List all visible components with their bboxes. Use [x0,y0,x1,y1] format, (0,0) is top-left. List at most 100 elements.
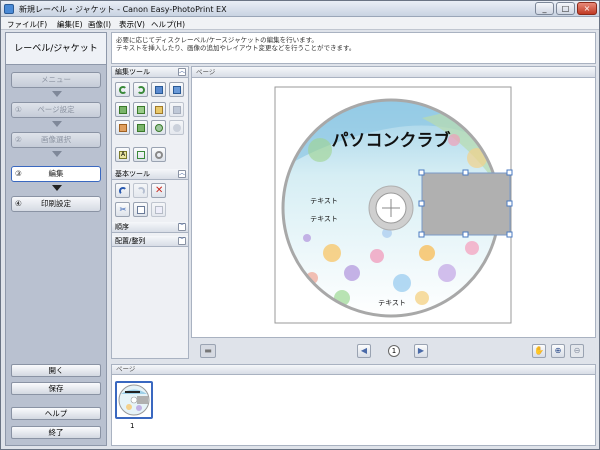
zoom-in-button[interactable]: ⊕ [551,344,565,358]
label-text-1[interactable]: テキスト [310,197,338,205]
menu-file[interactable]: ファイル(F) [7,19,47,30]
copy-icon [137,206,145,214]
expand-icon[interactable]: ﹀ [178,237,186,245]
menu-image[interactable]: 画像(I) [88,19,111,30]
hand-tool-button[interactable]: ✋ [532,344,546,358]
rotate-left-button[interactable] [115,82,130,97]
basic-tools-title: 基本ツール [115,170,150,178]
page-nav-bar: ▬ ◀ 1 ▶ ✋ ⊕ ⊖ [191,340,596,362]
arrow-down-icon [52,185,62,191]
window-title: 新規レーベル・ジャケット - Canon Easy-PhotoPrint EX [19,5,227,14]
collapse-icon[interactable]: ︿ [178,170,186,178]
basic-tools-header[interactable]: 基本ツール ︿ [112,169,188,180]
thumbnail-area: ページ 1 [111,364,596,446]
cut-button[interactable]: ✂ [115,202,130,217]
thumbnail-disc [118,384,150,416]
send-back-icon [137,106,145,114]
menu-view[interactable]: 表示(V) [119,19,145,30]
close-button[interactable]: × [577,2,597,15]
add-frame-button[interactable] [133,147,148,162]
copy-button[interactable] [133,202,148,217]
frame-icon [137,151,145,159]
add-image-button[interactable] [151,82,166,97]
label-text-3[interactable]: テキスト [378,299,406,307]
step-menu: メニュー [11,72,101,88]
order-title: 順序 [115,223,129,231]
undo-button[interactable] [115,183,130,198]
page-indicator: 1 [388,345,400,357]
correct-button[interactable] [133,120,148,135]
page-area: ページ パソコンクラブ テキスト テキスト テキスト [191,66,596,338]
settings-button[interactable] [169,120,184,135]
order-header[interactable]: 順序 ﹀ [112,222,188,233]
step-page-setup-label: ページ設定 [37,105,75,114]
maximize-button[interactable]: □ [556,2,575,15]
description-box: 必要に応じてディスクレーベル/ケースジャケットの編集を行います。 テキストを挿入… [111,32,596,64]
image-layout-button[interactable] [169,82,184,97]
background-button[interactable] [169,102,184,117]
help-button[interactable]: ヘルプ [11,407,101,420]
step-menu-label: メニュー [41,75,71,84]
filter-icon [155,124,163,132]
step-edit[interactable]: ③ 編集 [11,166,101,182]
step-print-settings-label: 印刷設定 [41,199,71,208]
paste-icon [155,206,163,214]
redo-icon [137,187,145,195]
zoom-in-icon: ⊕ [554,346,562,355]
arrange-title: 配置/整列 [115,237,146,245]
print-preview-button[interactable]: ▬ [200,344,216,358]
label-text-2[interactable]: テキスト [310,215,338,223]
minimize-button[interactable]: _ [535,2,554,15]
step-image-select: ② 画像選択 [11,132,101,148]
step-print-settings[interactable]: ④ 印刷設定 [11,196,101,212]
page-area-header: ページ [192,67,595,78]
chevron-right-icon: ▶ [417,346,425,355]
title-bar: 新規レーベル・ジャケット - Canon Easy-PhotoPrint EX … [1,1,599,17]
label-canvas[interactable]: パソコンクラブ テキスト テキスト テキスト [192,78,595,338]
rotate-left-icon [119,86,127,94]
step-image-select-label: 画像選択 [41,135,71,144]
open-button[interactable]: 開く [11,364,101,377]
arrow-down-icon [52,151,62,157]
tool-panel: 編集ツール ︿ A 基本ツール ︿ ✕ ✂ 順序 ﹀ 配置/整列 ﹀ [111,66,189,359]
menu-help[interactable]: ヘルプ(H) [151,19,185,30]
text-icon: A [119,151,127,159]
menu-edit[interactable]: 編集(E) [57,19,83,30]
background-icon [173,106,181,114]
rotate-right-button[interactable] [133,82,148,97]
zoom-out-button[interactable]: ⊖ [570,344,584,358]
left-panel: レーベル/ジャケット メニュー ① ページ設定 ② 画像選択 ③ 編集 ④ 印刷… [5,32,107,446]
gear-icon [173,124,181,132]
disc-settings-button[interactable] [151,147,166,162]
paste-button[interactable] [151,202,166,217]
thumbnail-header: ページ [112,365,595,375]
redo-button[interactable] [133,183,148,198]
add-text-button[interactable]: A [115,147,130,162]
disc-icon [155,151,163,159]
scissors-icon: ✂ [119,205,127,214]
save-button[interactable]: 保存 [11,382,101,395]
image-placeholder[interactable] [421,172,511,236]
edit-tools-title: 編集ツール [115,68,150,76]
rotate-right-icon [137,86,145,94]
edit-tools-header[interactable]: 編集ツール ︿ [112,67,188,78]
crop-button[interactable] [115,120,130,135]
send-back-button[interactable] [133,102,148,117]
app-icon [4,4,14,14]
page-thumbnail[interactable] [115,381,153,419]
exit-button[interactable]: 終了 [11,426,101,439]
filter-button[interactable] [151,120,166,135]
prev-page-button[interactable]: ◀ [357,344,371,358]
delete-button[interactable]: ✕ [151,183,166,198]
bring-front-button[interactable] [115,102,130,117]
next-page-button[interactable]: ▶ [414,344,428,358]
delete-icon: ✕ [155,185,164,196]
frame-icon [155,106,163,114]
step-edit-label: 編集 [48,169,64,178]
expand-icon[interactable]: ﹀ [178,223,186,231]
collapse-icon[interactable]: ︿ [178,68,186,76]
frame-button[interactable] [151,102,166,117]
menu-bar: ファイル(F) 編集(E) 画像(I) 表示(V) ヘルプ(H) [1,17,599,30]
arrange-header[interactable]: 配置/整列 ﹀ [112,236,188,247]
label-title-text[interactable]: パソコンクラブ [332,130,451,151]
